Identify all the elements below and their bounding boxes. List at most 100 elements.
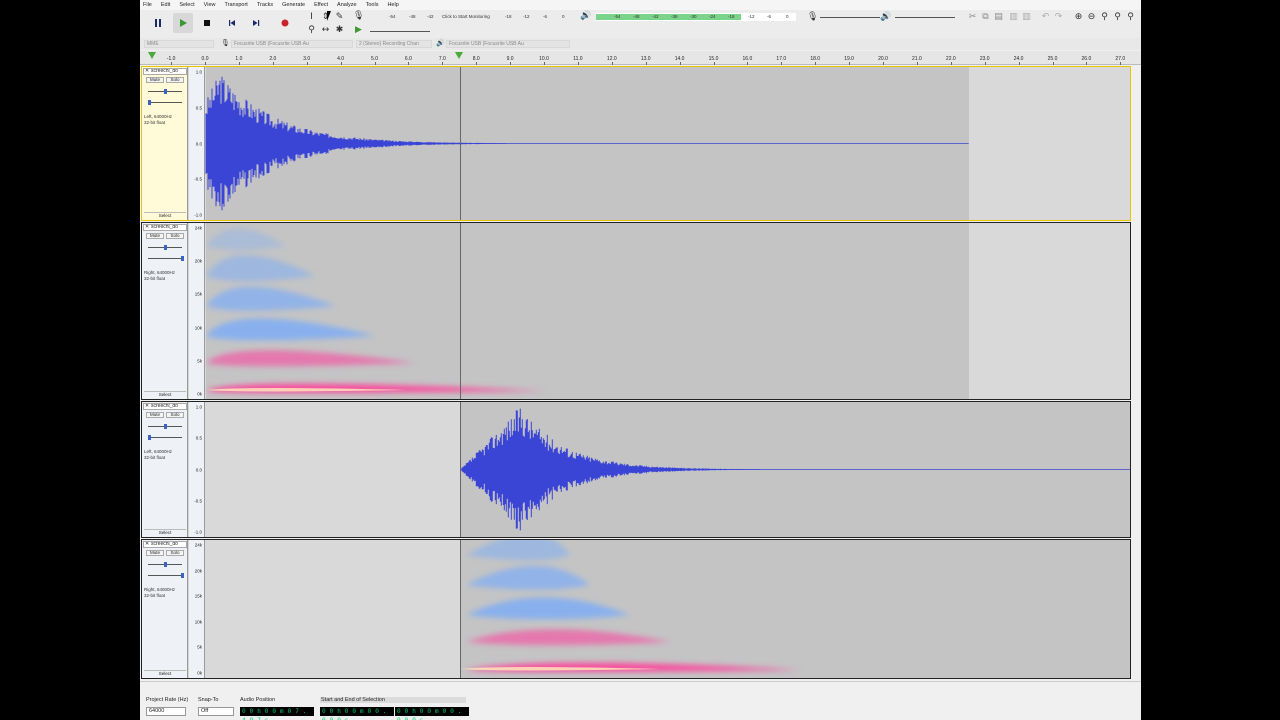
play-at-speed-icon[interactable]: ▶: [353, 25, 364, 36]
pan-slider[interactable]: [148, 256, 184, 261]
play-at-speed-slider[interactable]: [370, 31, 430, 32]
copy-icon[interactable]: ⧉: [980, 12, 991, 23]
zoom-in-icon[interactable]: ⊕: [1073, 12, 1084, 23]
track-control-panel[interactable]: ✕ screechi_do Mute Solo Right, 64000Hz 3…: [142, 540, 188, 678]
vertical-ruler[interactable]: 24k 20k 15k 10k 5k 0k: [189, 540, 205, 678]
track-name-menu[interactable]: ✕ screechi_do: [143, 403, 187, 410]
fit-selection-icon[interactable]: ⚲: [1099, 12, 1110, 23]
track-select-button[interactable]: Select: [144, 529, 186, 535]
solo-button[interactable]: Solo: [166, 233, 184, 239]
menu-bar: File Edit Select View Transport Tracks Generat…: [140, 0, 1141, 10]
solo-button[interactable]: Solo: [166, 77, 184, 83]
waveform-display[interactable]: [205, 67, 1130, 220]
playback-meter[interactable]: -54 -48 -42 -36 -30 -24 -18 -12 -6 0: [596, 13, 796, 21]
close-track-icon[interactable]: ✕: [145, 225, 149, 230]
track-select-button[interactable]: Select: [144, 212, 186, 218]
vertical-ruler[interactable]: 1.0 0.5 0.0 -0.5 -1.0: [189, 402, 205, 537]
menu-item-select[interactable]: Select: [179, 2, 194, 8]
track-name-menu[interactable]: ✕ screechi_do: [143, 224, 187, 231]
mute-button[interactable]: Mute: [146, 77, 164, 83]
menu-item-help[interactable]: Help: [387, 2, 398, 8]
silence-icon[interactable]: ▥: [1021, 12, 1032, 23]
track-control-panel[interactable]: ✕ screechi_do Mute Solo Right, 64000Hz 3…: [142, 223, 188, 399]
audio-host-select[interactable]: MME: [144, 40, 214, 48]
track-name-menu[interactable]: ✕ screechi_do: [143, 541, 187, 548]
redo-icon[interactable]: ↷: [1053, 12, 1064, 23]
timeline-ruler[interactable]: -1.0 0.0 1.0 2.0 3.0 4.0 5.0 6.0 7.0 8.0 9.0 10.0 11…: [140, 51, 1141, 65]
recording-volume-slider[interactable]: [820, 17, 880, 18]
mute-button[interactable]: Mute: [146, 550, 164, 556]
selection-end-field[interactable]: 0 0 h 0 0 m 0 0 . 0 0 0 s: [395, 707, 469, 720]
close-track-icon[interactable]: ✕: [145, 69, 149, 74]
menu-item-file[interactable]: File: [143, 2, 152, 8]
track-control-panel[interactable]: ✕ screechi_do Mute Solo Left, 64000Hz 32…: [142, 402, 188, 537]
menu-item-analyze[interactable]: Analyze: [337, 2, 357, 8]
menu-item-effect[interactable]: Effect: [314, 2, 328, 8]
track-control-panel[interactable]: ✕ screechi_do Mute Solo Left, 64000Hz 32…: [142, 67, 188, 220]
mute-button[interactable]: Mute: [146, 412, 164, 418]
recording-device-select[interactable]: Focusrite USB (Focusrite USB Au: [231, 40, 353, 48]
menu-item-transport[interactable]: Transport: [224, 2, 247, 8]
recording-channels-select[interactable]: 2 (Stereo) Recording Chan: [356, 40, 432, 48]
speaker-icon[interactable]: 🔊: [580, 11, 591, 22]
project-rate-select[interactable]: 64000: [146, 707, 186, 716]
microphone-icon[interactable]: 🎙: [353, 11, 364, 22]
audio-track[interactable]: ✕ screechi_do Mute Solo Right, 64000Hz 3…: [141, 222, 1131, 400]
audio-track[interactable]: ✕ screechi_do Mute Solo Left, 64000Hz 32…: [141, 401, 1131, 538]
menu-item-edit[interactable]: Edit: [161, 2, 170, 8]
recording-meter[interactable]: -54 -48 -42 Click to Start Monitoring -1…: [367, 13, 567, 21]
draw-tool-icon[interactable]: ✎: [334, 12, 345, 23]
fit-project-icon[interactable]: ⚲: [1112, 12, 1123, 23]
zoom-out-icon[interactable]: ⊖: [1086, 12, 1097, 23]
spectrogram-display[interactable]: [205, 540, 1130, 678]
skip-start-button[interactable]: [222, 13, 242, 33]
playback-device-select[interactable]: Focusrite USB (Focusrite USB Au: [446, 40, 570, 48]
solo-button[interactable]: Solo: [166, 550, 184, 556]
playback-volume-slider[interactable]: [895, 17, 955, 18]
audio-position-field[interactable]: 0 0 h 0 0 m 0 7 . 4 9 7 s: [240, 707, 314, 720]
track-name-menu[interactable]: ✕ screechi_do: [143, 68, 187, 75]
close-track-icon[interactable]: ✕: [145, 404, 149, 409]
paste-icon[interactable]: ▤: [993, 12, 1004, 23]
gain-slider[interactable]: [148, 89, 182, 94]
zoom-tool-icon[interactable]: ⚲: [306, 25, 317, 36]
mute-button[interactable]: Mute: [146, 233, 164, 239]
playhead-marker[interactable]: [455, 52, 464, 59]
track-select-button[interactable]: Select: [144, 391, 186, 397]
snap-to-select[interactable]: Off: [198, 707, 234, 716]
cut-icon[interactable]: ✂: [967, 12, 978, 23]
pan-slider[interactable]: [148, 100, 182, 105]
menu-item-tracks[interactable]: Tracks: [257, 2, 273, 8]
track-select-button[interactable]: Select: [144, 670, 186, 676]
selection-start-field[interactable]: 0 0 h 0 0 m 0 0 . 0 0 0 s: [320, 707, 394, 720]
undo-icon[interactable]: ↶: [1040, 12, 1051, 23]
menu-item-view[interactable]: View: [204, 2, 216, 8]
spectrogram-display[interactable]: [205, 223, 1130, 399]
pause-button[interactable]: [148, 13, 168, 33]
solo-button[interactable]: Solo: [166, 412, 184, 418]
stop-button[interactable]: [197, 13, 217, 33]
close-track-icon[interactable]: ✕: [145, 542, 149, 547]
rec-monitor-prompt[interactable]: Click to Start Monitoring: [442, 14, 490, 19]
skip-end-button[interactable]: [246, 13, 266, 33]
waveform-display[interactable]: [205, 402, 1130, 537]
vertical-ruler[interactable]: 24k 20k 15k 10k 5k 0k: [189, 223, 205, 399]
pan-slider[interactable]: [148, 573, 184, 578]
gain-slider[interactable]: [148, 562, 182, 567]
audio-track[interactable]: ✕ screechi_do Mute Solo Right, 64000Hz 3…: [141, 539, 1131, 679]
multi-tool-icon[interactable]: ✱: [334, 25, 345, 36]
zoom-toggle-icon[interactable]: ⚲: [1125, 12, 1136, 23]
play-button[interactable]: [173, 13, 193, 33]
selection-tool-icon[interactable]: I: [306, 12, 317, 23]
menu-item-tools[interactable]: Tools: [366, 2, 379, 8]
timeshift-tool-icon[interactable]: ↔: [320, 25, 331, 36]
vertical-scrollbar[interactable]: [1132, 65, 1140, 681]
gain-slider[interactable]: [148, 424, 182, 429]
audio-track[interactable]: ✕ screechi_do Mute Solo Left, 64000Hz 32…: [141, 66, 1131, 221]
gain-slider[interactable]: [148, 245, 182, 250]
record-button[interactable]: [275, 13, 295, 33]
trim-icon[interactable]: ▥: [1008, 12, 1019, 23]
vertical-ruler[interactable]: 1.0 0.5 0.0 -0.5 -1.0: [189, 67, 205, 220]
pan-slider[interactable]: [148, 435, 182, 440]
menu-item-generate[interactable]: Generate: [282, 2, 305, 8]
